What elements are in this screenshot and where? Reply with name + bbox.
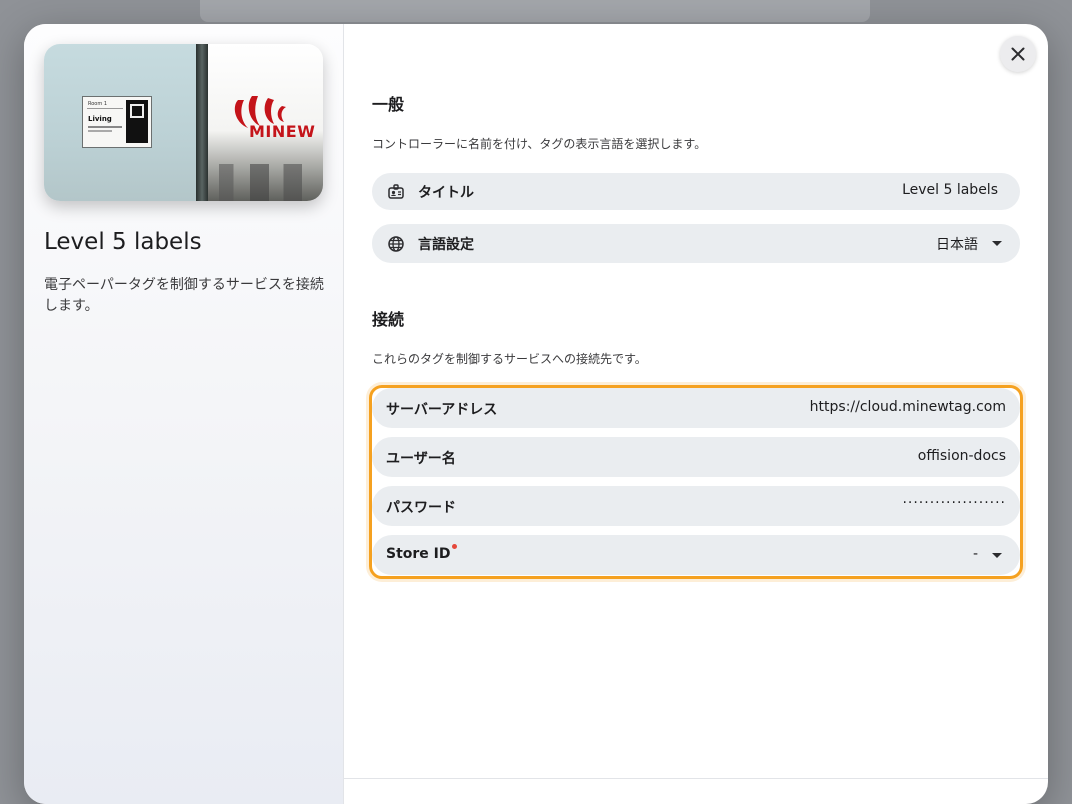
sidebar-panel: Room 1 Living MINEW Level 5 labels 電子ペーパ… [24,24,344,804]
language-select-value: 日本語 [936,237,978,253]
device-preview-image: Room 1 Living MINEW [44,44,323,201]
footer-divider [344,778,1048,779]
controller-title: Level 5 labels [44,229,202,255]
store-id-label: Store ID [386,544,457,562]
globe-icon [388,236,404,252]
server-address-label: サーバーアドレス [386,402,498,418]
store-id-select[interactable]: Store ID - [372,535,1020,575]
epaper-tag-illustration: Room 1 Living [82,96,152,148]
password-label: パスワード [386,500,456,516]
title-field[interactable]: タイトル Level 5 labels [372,173,1020,210]
password-value[interactable]: ··················· [902,495,1006,511]
connection-description: これらのタグを制御するサービスへの接続先です。 [372,352,647,366]
language-select[interactable]: 言語設定 日本語 [372,224,1020,263]
server-address-field[interactable]: サーバーアドレス https://cloud.minewtag.com [372,388,1020,428]
store-id-value: - [972,546,978,562]
title-field-label: タイトル [418,185,474,201]
password-field[interactable]: パスワード ··················· [372,486,1020,526]
chevron-down-icon [992,553,1002,558]
close-icon [1011,47,1025,61]
title-field-value[interactable]: Level 5 labels [902,182,998,198]
language-select-label: 言語設定 [418,237,474,253]
background-window-bar [200,0,870,22]
username-field[interactable]: ユーザー名 offision-docs [372,437,1020,477]
controller-settings-dialog: Room 1 Living MINEW Level 5 labels 電子ペーパ… [24,24,1048,804]
controller-description: 電子ペーパータグを制御するサービスを接続します。 [44,277,324,314]
general-description: コントローラーに名前を付け、タグの表示言語を選択します。 [372,137,707,151]
username-value[interactable]: offision-docs [918,448,1006,464]
close-button[interactable] [1000,36,1036,72]
minew-logo-text: MINEW [249,122,316,141]
general-heading: 一般 [372,95,405,114]
chevron-down-icon [992,241,1002,246]
required-indicator [451,544,457,549]
qr-code-icon [126,100,148,143]
server-address-value[interactable]: https://cloud.minewtag.com [810,399,1006,415]
id-card-icon [388,184,404,199]
username-label: ユーザー名 [386,451,456,467]
connection-heading: 接続 [372,310,405,329]
